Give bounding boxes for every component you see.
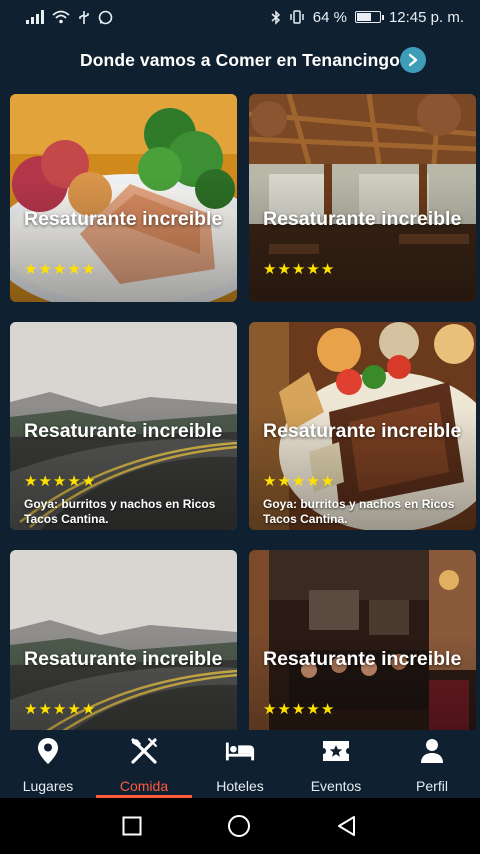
star-icon: ★ — [67, 701, 81, 718]
rating-stars: ★ ★ ★ ★ ★ — [24, 702, 95, 717]
star-icon: ★ — [52, 473, 67, 490]
star-icon: ★ — [277, 473, 291, 490]
star-icon: ★ — [24, 701, 38, 718]
whatsapp-icon — [98, 10, 113, 24]
rating-stars: ★ ★ ★ ★ ★ — [263, 474, 334, 489]
vibrate-icon — [290, 10, 304, 24]
circle-home-icon[interactable] — [227, 814, 251, 838]
star-icon: ★ — [38, 701, 52, 718]
battery-percent: 64 % — [312, 8, 347, 26]
star-icon: ★ — [81, 261, 96, 278]
rating-stars: ★ ★ ★ ★ ★ — [24, 474, 95, 489]
triangle-back-icon[interactable] — [336, 815, 358, 837]
usb-icon — [79, 10, 89, 24]
star-icon: ★ — [38, 473, 52, 490]
nav-label: Lugares — [22, 778, 74, 794]
star-icon: ★ — [291, 473, 306, 490]
card-title: Resaturante increible — [24, 420, 223, 442]
star-icon: ★ — [24, 261, 38, 278]
card-title: Resaturante increible — [24, 648, 223, 670]
star-icon: ★ — [320, 701, 335, 718]
header: Donde vamos a Comer en Tenancingo — [0, 34, 480, 86]
star-icon: ★ — [277, 261, 291, 278]
star-icon: ★ — [291, 701, 306, 718]
star-icon: ★ — [24, 473, 38, 490]
status-bar: 64 % 12:45 p. m. — [0, 0, 480, 34]
rating-stars: ★ ★ ★ ★ ★ — [263, 262, 334, 277]
clock: 12:45 p. m. — [388, 8, 464, 26]
star-icon: ★ — [291, 261, 306, 278]
restaurant-card[interactable]: Resaturante increible ★ ★ ★ ★ ★ Goya: burrit… — [10, 322, 237, 530]
bed-icon — [225, 736, 255, 766]
nav-label: Comida — [119, 778, 169, 794]
card-title: Resaturante increible — [263, 208, 462, 230]
nav-label: Hoteles — [216, 778, 264, 794]
star-icon: ★ — [263, 473, 277, 490]
location-pin-icon — [33, 736, 63, 766]
restaurant-card[interactable]: Resaturante increible ★ ★ ★ ★ ★ — [10, 94, 237, 302]
card-title: Resaturante increible — [24, 208, 223, 230]
nav-label: Eventos — [310, 778, 362, 794]
card-title: Resaturante increible — [263, 420, 462, 442]
nav-item-eventos[interactable]: Eventos — [288, 730, 384, 798]
star-icon: ★ — [81, 473, 96, 490]
chevron-right-icon[interactable] — [400, 47, 426, 73]
star-icon: ★ — [306, 473, 320, 490]
system-nav-bar — [0, 798, 480, 854]
rating-stars: ★ ★ ★ ★ ★ — [263, 702, 334, 717]
star-icon: ★ — [263, 701, 277, 718]
star-icon: ★ — [81, 701, 96, 718]
ticket-star-icon — [321, 736, 351, 766]
signal-icon — [26, 10, 44, 24]
restaurant-card[interactable]: Resaturante increible ★ ★ ★ ★ ★ — [10, 550, 237, 730]
star-icon: ★ — [320, 473, 335, 490]
star-icon: ★ — [277, 701, 291, 718]
restaurant-card[interactable]: Resaturante increible ★ ★ ★ ★ ★ — [249, 550, 476, 730]
person-icon — [417, 736, 447, 766]
star-icon: ★ — [52, 261, 67, 278]
star-icon: ★ — [67, 261, 81, 278]
nav-item-lugares[interactable]: Lugares — [0, 730, 96, 798]
restaurant-card[interactable]: Resaturante increible ★ ★ ★ ★ ★ — [249, 94, 476, 302]
star-icon: ★ — [67, 473, 81, 490]
star-icon: ★ — [306, 701, 320, 718]
star-icon: ★ — [263, 261, 277, 278]
star-icon: ★ — [320, 261, 335, 278]
nav-item-comida[interactable]: Comida — [96, 730, 192, 798]
square-recent-apps-icon[interactable] — [122, 816, 142, 836]
rating-stars: ★ ★ ★ ★ ★ — [24, 262, 95, 277]
card-description: Goya: burritos y nachos en Ricos Tacos C… — [24, 497, 216, 526]
star-icon: ★ — [306, 261, 320, 278]
card-title: Resaturante increible — [263, 648, 462, 670]
wifi-icon — [52, 10, 70, 24]
star-icon: ★ — [38, 261, 52, 278]
page-title: Donde vamos a Comer en Tenancingo — [80, 49, 400, 70]
battery-icon — [354, 11, 384, 23]
nav-label: Perfil — [416, 778, 448, 794]
card-description: Goya: burritos y nachos en Ricos Tacos C… — [263, 497, 455, 526]
nav-item-perfil[interactable]: Perfil — [384, 730, 480, 798]
fork-knife-icon — [129, 736, 159, 766]
bluetooth-icon — [271, 9, 280, 25]
bottom-nav: Lugares Comida Hoteles Eventos Perfil — [0, 730, 480, 798]
restaurant-card[interactable]: Resaturante increible ★ ★ ★ ★ ★ Goya: burrit… — [249, 322, 476, 530]
star-icon: ★ — [52, 701, 67, 718]
nav-item-hoteles[interactable]: Hoteles — [192, 730, 288, 798]
restaurant-grid: Resaturante increible ★ ★ ★ ★ ★ Resaturante … — [0, 94, 480, 730]
